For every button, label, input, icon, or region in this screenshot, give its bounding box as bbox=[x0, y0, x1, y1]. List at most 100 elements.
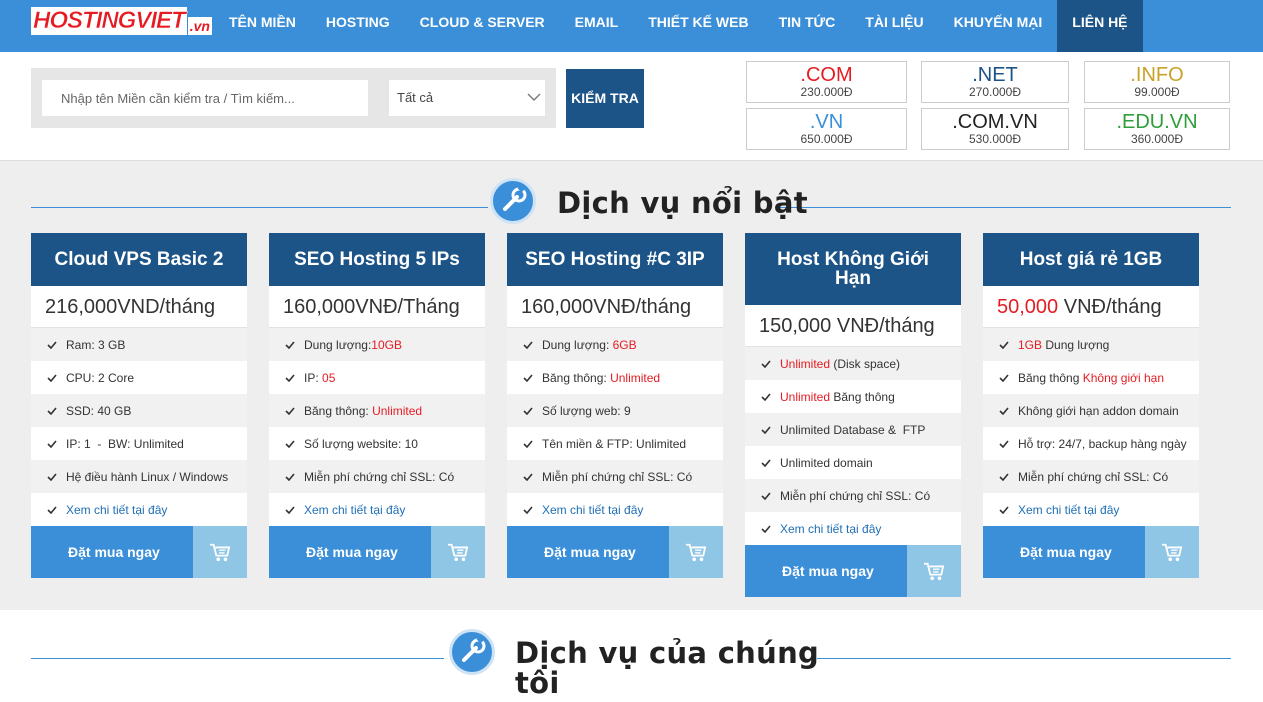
check-icon bbox=[999, 505, 1009, 514]
feature-highlight: 1GB bbox=[1018, 337, 1043, 352]
feature-item: IP: 05 bbox=[269, 361, 485, 394]
feature-item: Không giới hạn addon domain bbox=[983, 394, 1199, 427]
menu-item-docs[interactable]: TÀI LIỆU bbox=[850, 0, 938, 52]
feature-item: Unlimited (Disk space) bbox=[745, 347, 961, 380]
feature-text: SSD: 40 GB bbox=[66, 403, 132, 418]
section-divider bbox=[817, 658, 1231, 659]
buy-button[interactable]: Đặt mua ngay bbox=[983, 526, 1199, 578]
feature-item: Băng thông: Unlimited bbox=[269, 394, 485, 427]
domain-price-com-vn[interactable]: .COM.VN 530.000Đ bbox=[921, 108, 1069, 150]
feature-item: Miễn phí chứng chỉ SSL: Có bbox=[983, 460, 1199, 493]
feature-item: Miễn phí chứng chỉ SSL: Có bbox=[269, 460, 485, 493]
feature-item: Xem chi tiết tại đây bbox=[507, 493, 723, 526]
card-price: 216,000VND/tháng bbox=[31, 286, 247, 328]
feature-text: Dung lượng: bbox=[304, 337, 372, 352]
feature-text: (Disk space) bbox=[830, 356, 901, 371]
domain-search-input[interactable] bbox=[42, 80, 368, 116]
section-title-line: tôi bbox=[515, 666, 560, 700]
buy-button[interactable]: Đặt mua ngay bbox=[745, 545, 961, 597]
section-title-line: Dịch vụ của chúng bbox=[515, 636, 820, 670]
menu-item-domain[interactable]: TÊN MIỀN bbox=[214, 0, 311, 52]
menu-item-promotions[interactable]: KHUYẾN MẠI bbox=[939, 0, 1058, 52]
card-price-amount: 50,000 bbox=[997, 296, 1059, 318]
check-domain-button[interactable]: KIỂM TRA bbox=[566, 69, 644, 128]
feature-item: IP: 1 - BW: Unlimited bbox=[31, 427, 247, 460]
check-icon bbox=[47, 472, 57, 481]
feature-list: Dung lượng: 6GB Băng thông: Unlimited Số… bbox=[507, 328, 723, 526]
section-title-services: Dịch vụ của chúng tôi bbox=[515, 638, 819, 698]
menu-item-email[interactable]: EMAIL bbox=[560, 0, 634, 52]
feature-text: Hệ điều hành Linux / Windows bbox=[66, 469, 229, 484]
check-icon bbox=[761, 458, 771, 467]
feature-item: SSD: 40 GB bbox=[31, 394, 247, 427]
feature-highlight: Unlimited bbox=[780, 389, 831, 404]
section-title: Dịch vụ nổi bật bbox=[557, 186, 808, 220]
feature-text: Dung lượng bbox=[1042, 337, 1110, 352]
section-divider bbox=[775, 207, 1231, 208]
check-icon bbox=[47, 439, 57, 448]
check-icon bbox=[47, 340, 57, 349]
domain-name: .NET bbox=[972, 64, 1018, 86]
logo-tld: .vn bbox=[187, 17, 212, 35]
check-icon bbox=[761, 524, 771, 533]
buy-button[interactable]: Đặt mua ngay bbox=[507, 526, 723, 578]
feature-text: Tên miền & FTP: Unlimited bbox=[542, 436, 687, 451]
feature-item: Unlimited Băng thông bbox=[745, 380, 961, 413]
cart-icon bbox=[431, 526, 485, 578]
feature-text: Unlimited domain bbox=[780, 455, 873, 470]
card-title: Cloud VPS Basic 2 bbox=[31, 233, 247, 286]
feature-text: IP: 1 - BW: Unlimited bbox=[66, 436, 184, 451]
card-price: 160,000VNĐ/Tháng bbox=[269, 286, 485, 328]
buy-button[interactable]: Đặt mua ngay bbox=[31, 526, 247, 578]
menu-item-hosting[interactable]: HOSTING bbox=[311, 0, 405, 52]
buy-label: Đặt mua ngay bbox=[269, 526, 431, 578]
detail-link[interactable]: Xem chi tiết tại đây bbox=[780, 522, 881, 536]
check-icon bbox=[761, 392, 771, 401]
domain-price: 360.000Đ bbox=[1130, 132, 1184, 146]
domain-price-vn[interactable]: .VN 650.000Đ bbox=[746, 108, 907, 150]
detail-link[interactable]: Xem chi tiết tại đây bbox=[1018, 503, 1119, 517]
card-price-unit: VNĐ/tháng bbox=[1058, 296, 1162, 318]
check-icon bbox=[999, 439, 1009, 448]
feature-highlight: 10GB bbox=[371, 337, 402, 352]
feature-text: IP: bbox=[304, 370, 323, 385]
check-icon bbox=[285, 472, 295, 481]
domain-price-info[interactable]: .INFO 99.000Đ bbox=[1084, 61, 1230, 103]
buy-button[interactable]: Đặt mua ngay bbox=[269, 526, 485, 578]
detail-link[interactable]: Xem chi tiết tại đây bbox=[542, 503, 643, 517]
detail-link[interactable]: Xem chi tiết tại đây bbox=[66, 503, 167, 517]
feature-highlight: 05 bbox=[322, 370, 336, 385]
menu-item-web-design[interactable]: THIẾT KẾ WEB bbox=[633, 0, 763, 52]
feature-item: Xem chi tiết tại đây bbox=[31, 493, 247, 526]
domain-price-net[interactable]: .NET 270.000Đ bbox=[921, 61, 1069, 103]
domain-price-com[interactable]: .COM 230.000Đ bbox=[746, 61, 907, 103]
domain-price-edu-vn[interactable]: .EDU.VN 360.000Đ bbox=[1084, 108, 1230, 150]
wrench-icon bbox=[449, 629, 495, 675]
check-icon bbox=[47, 406, 57, 415]
logo[interactable]: HOSTINGVIET .vn bbox=[31, 7, 212, 35]
domain-price: 530.000Đ bbox=[968, 132, 1022, 146]
menu-item-cloud-server[interactable]: CLOUD & SERVER bbox=[405, 0, 560, 52]
buy-label: Đặt mua ngay bbox=[983, 526, 1145, 578]
feature-text: Số lượng web: 9 bbox=[542, 403, 631, 418]
menu-item-news[interactable]: TIN TỨC bbox=[764, 0, 851, 52]
menu-item-contact[interactable]: LIÊN HỆ bbox=[1057, 0, 1143, 52]
card-title: Host Không Giới Hạn bbox=[745, 233, 961, 305]
feature-text: Unlimited Database & FTP bbox=[780, 422, 926, 437]
feature-text: Hỗ trợ: 24/7, backup hàng ngày bbox=[1018, 436, 1187, 451]
domain-name: .EDU.VN bbox=[1116, 111, 1198, 133]
feature-item: Xem chi tiết tại đây bbox=[745, 512, 961, 545]
feature-item: Hỗ trợ: 24/7, backup hàng ngày bbox=[983, 427, 1199, 460]
check-icon bbox=[523, 439, 533, 448]
domain-type-select[interactable]: Tất cả bbox=[389, 80, 545, 116]
feature-text: Miễn phí chứng chỉ SSL: Có bbox=[304, 469, 455, 484]
card-title: SEO Hosting #C 3IP bbox=[507, 233, 723, 286]
feature-item: Tên miền & FTP: Unlimited bbox=[507, 427, 723, 460]
detail-link[interactable]: Xem chi tiết tại đây bbox=[304, 503, 405, 517]
wrench-icon bbox=[490, 178, 536, 224]
feature-text: Số lượng website: 10 bbox=[304, 436, 418, 451]
domain-price-grid: .COM 230.000Đ .NET 270.000Đ .INFO 99.000… bbox=[746, 61, 1230, 151]
feature-list: 1GB Dung lượng Băng thông Không giới hạn… bbox=[983, 328, 1199, 526]
product-card-seo-hosting-c3ip: SEO Hosting #C 3IP 160,000VNĐ/tháng Dung… bbox=[507, 233, 723, 578]
feature-text: Băng thông bbox=[830, 389, 895, 404]
